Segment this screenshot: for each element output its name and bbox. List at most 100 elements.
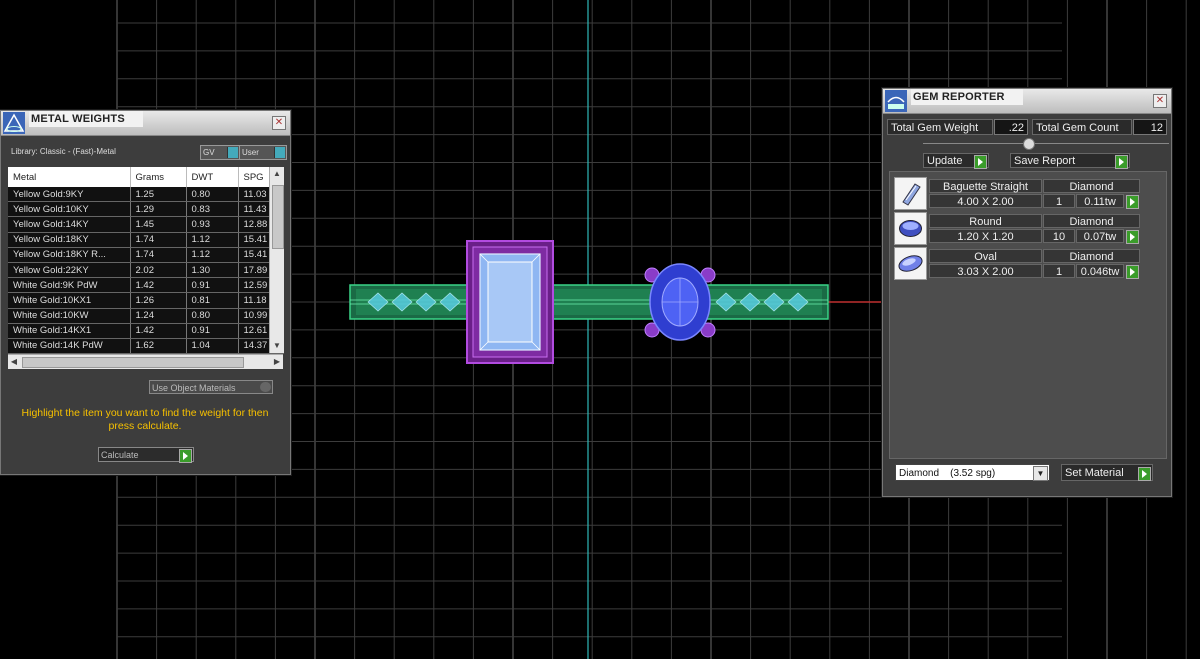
- radio-icon[interactable]: [260, 382, 271, 392]
- use-object-materials-option[interactable]: Use Object Materials: [149, 380, 273, 394]
- total-gem-count-value: 12: [1133, 119, 1167, 135]
- dwt-cell: 0.93: [186, 216, 239, 233]
- gem-reporter-title: GEM REPORTER: [911, 89, 1023, 105]
- table-row[interactable]: Yellow Gold:14KY 1.45 0.93 12.88: [8, 216, 284, 233]
- metal-weights-titlebar[interactable]: METAL WEIGHTS ✕: [1, 111, 290, 136]
- gem-material: Diamond: [1043, 179, 1140, 193]
- table-row[interactable]: White Gold:10KW 1.24 0.80 10.99: [8, 308, 284, 324]
- gem-count: 1: [1043, 264, 1075, 278]
- material-select-value: Diamond (3.52 spg): [899, 468, 996, 479]
- library-label: Library: Classic - (Fast)-Metal: [11, 147, 116, 156]
- oval-gem-icon: [894, 247, 927, 280]
- chevron-down-icon[interactable]: ▼: [1033, 466, 1048, 481]
- gem-row-baguette[interactable]: Baguette Straight Diamond 4.00 X 2.00 1 …: [894, 177, 1144, 210]
- metal-name-cell: White Gold:14KX1: [8, 323, 131, 339]
- grams-cell: 1.42: [130, 277, 187, 294]
- scroll-up-icon[interactable]: ▲: [270, 169, 284, 181]
- gem-name: Oval: [929, 249, 1042, 263]
- dwt-cell: 1.04: [186, 338, 239, 355]
- grams-cell: 1.45: [130, 216, 187, 233]
- grams-cell: 1.74: [130, 247, 187, 263]
- baguette-gem-icon: [894, 177, 927, 210]
- save-report-button[interactable]: Save Report: [1010, 153, 1130, 169]
- calculate-button[interactable]: Calculate: [98, 447, 194, 463]
- user-toggle[interactable]: User: [239, 145, 287, 160]
- metal-table-horizontal-scrollbar[interactable]: ◀ ▶: [8, 354, 283, 369]
- horizontal-scroll-thumb[interactable]: [22, 357, 244, 368]
- metal-weights-logo-icon: [3, 112, 25, 134]
- gem-name: Round: [929, 214, 1042, 228]
- use-object-materials-label: Use Object Materials: [152, 383, 236, 393]
- gem-dimensions: 1.20 X 1.20: [929, 229, 1042, 243]
- metal-weights-panel: METAL WEIGHTS ✕ Library: Classic - (Fast…: [0, 110, 291, 475]
- gem-weight: 0.046tw: [1076, 264, 1124, 278]
- scroll-left-icon[interactable]: ◀: [8, 355, 20, 369]
- metal-name-cell: Yellow Gold:14KY: [8, 216, 131, 233]
- gem-row-round[interactable]: Round Diamond 1.20 X 1.20 10 0.07tw: [894, 212, 1144, 245]
- metal-name-cell: White Gold:10KW: [8, 308, 131, 324]
- table-row[interactable]: Yellow Gold:18KY 1.74 1.12 15.41: [8, 232, 284, 248]
- grams-cell: 1.24: [130, 308, 187, 324]
- total-gem-weight-value: .22: [994, 119, 1028, 135]
- gem-count: 10: [1043, 229, 1075, 243]
- gem-reporter-titlebar[interactable]: GEM REPORTER ✕: [883, 89, 1171, 114]
- slider-track: [923, 143, 1169, 144]
- metal-table-vertical-scrollbar[interactable]: ▲ ▼: [269, 167, 284, 353]
- column-header-dwt[interactable]: DWT: [186, 167, 239, 187]
- gem-reporter-close-icon[interactable]: ✕: [1153, 94, 1167, 108]
- table-row[interactable]: White Gold:14K PdW 1.62 1.04 14.37: [8, 338, 284, 355]
- gv-toggle[interactable]: GV: [200, 145, 240, 160]
- grams-cell: 1.62: [130, 338, 187, 355]
- vertical-scroll-thumb[interactable]: [272, 185, 284, 249]
- select-gem-arrow-icon[interactable]: [1126, 195, 1139, 209]
- update-button[interactable]: Update: [923, 153, 989, 169]
- dwt-cell: 0.81: [186, 292, 239, 309]
- material-select[interactable]: Diamond (3.52 spg) ▼: [895, 464, 1050, 481]
- play-arrow-icon: [1115, 155, 1128, 169]
- gem-material: Diamond: [1043, 249, 1140, 263]
- dwt-cell: 1.12: [186, 247, 239, 263]
- total-gem-weight-label: Total Gem Weight: [887, 119, 993, 135]
- gem-count: 1: [1043, 194, 1075, 208]
- metal-weights-close-icon[interactable]: ✕: [272, 116, 286, 130]
- table-row[interactable]: Yellow Gold:9KY 1.25 0.80 11.03: [8, 187, 284, 203]
- grams-cell: 1.25: [130, 187, 187, 203]
- instruction-text: Highlight the item you want to find the …: [21, 407, 269, 432]
- table-row[interactable]: White Gold:10KX1 1.26 0.81 11.18: [8, 292, 284, 309]
- grams-cell: 1.42: [130, 323, 187, 339]
- column-header-metal[interactable]: Metal: [8, 167, 131, 187]
- metal-table-header: Metal Grams DWT SPG: [8, 167, 284, 187]
- slider-handle[interactable]: [1023, 138, 1035, 150]
- ring-model[interactable]: [349, 240, 829, 364]
- set-material-label: Set Material: [1065, 467, 1124, 479]
- gem-material: Diamond: [1043, 214, 1140, 228]
- column-header-grams[interactable]: Grams: [130, 167, 187, 187]
- table-row[interactable]: Yellow Gold:10KY 1.29 0.83 11.43: [8, 201, 284, 218]
- gem-dimensions: 3.03 X 2.00: [929, 264, 1042, 278]
- scroll-down-icon[interactable]: ▼: [270, 341, 284, 353]
- metal-name-cell: White Gold:9K PdW: [8, 277, 131, 294]
- scroll-right-icon[interactable]: ▶: [271, 355, 283, 369]
- gem-name: Baguette Straight: [929, 179, 1042, 193]
- grams-cell: 1.29: [130, 201, 187, 218]
- save-report-label: Save Report: [1014, 155, 1076, 167]
- set-material-button[interactable]: Set Material: [1061, 464, 1153, 481]
- dwt-cell: 0.83: [186, 201, 239, 218]
- gem-row-oval[interactable]: Oval Diamond 3.03 X 2.00 1 0.046tw: [894, 247, 1144, 280]
- metal-weights-title: METAL WEIGHTS: [29, 111, 143, 127]
- metal-name-cell: Yellow Gold:18KY: [8, 232, 131, 248]
- table-row[interactable]: White Gold:9K PdW 1.42 0.91 12.59: [8, 277, 284, 294]
- round-gem-icon: [894, 212, 927, 245]
- dwt-cell: 0.91: [186, 323, 239, 339]
- table-row[interactable]: Yellow Gold:18KY R... 1.74 1.12 15.41: [8, 247, 284, 263]
- play-arrow-icon: [974, 155, 987, 169]
- user-toggle-label: User: [242, 148, 259, 157]
- metal-name-cell: White Gold:14K PdW: [8, 338, 131, 355]
- play-arrow-icon: [179, 449, 192, 463]
- table-row[interactable]: White Gold:14KX1 1.42 0.91 12.61: [8, 323, 284, 339]
- grams-cell: 2.02: [130, 262, 187, 279]
- metal-table: Metal Grams DWT SPG Yellow Gold:9KY 1.25 0…: [8, 167, 284, 355]
- select-gem-arrow-icon[interactable]: [1126, 265, 1139, 279]
- table-row[interactable]: Yellow Gold:22KY 2.02 1.30 17.89: [8, 262, 284, 279]
- select-gem-arrow-icon[interactable]: [1126, 230, 1139, 244]
